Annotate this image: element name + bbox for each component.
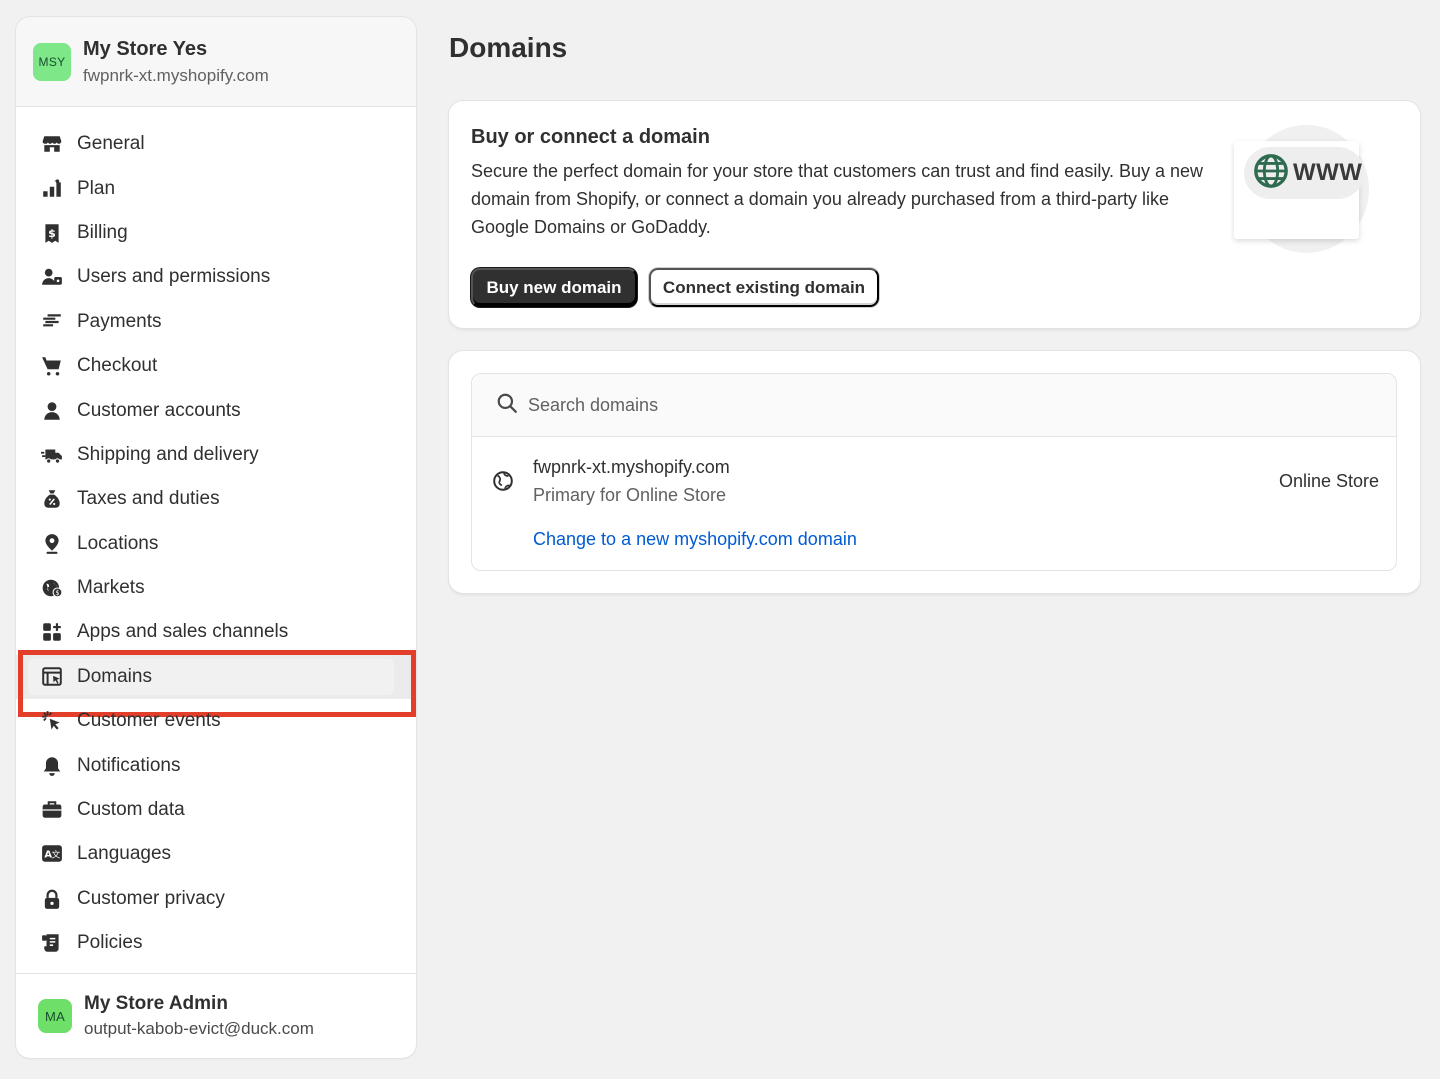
admin-email: output-kabob-evict@duck.com — [84, 1018, 314, 1038]
nav-item-taxes[interactable]: Taxes and duties — [16, 477, 416, 521]
nav-label: Domains — [77, 665, 152, 687]
nav-item-payments[interactable]: Payments — [16, 300, 416, 344]
nav-label: Taxes and duties — [77, 488, 220, 510]
connect-domain-card: Buy or connect a domain Secure the perfe… — [449, 101, 1420, 328]
nav-item-customer-accounts[interactable]: Customer accounts — [16, 388, 416, 432]
translate-icon: A文 — [40, 842, 64, 866]
search-icon — [496, 392, 518, 419]
nav-label: General — [77, 133, 145, 155]
globe-icon — [492, 470, 514, 492]
admin-avatar: MA — [38, 999, 72, 1033]
store-url: fwpnrk-xt.myshopify.com — [83, 65, 269, 85]
plan-icon — [40, 177, 64, 201]
nav-item-locations[interactable]: Locations — [16, 522, 416, 566]
bell-icon — [40, 754, 64, 778]
cursor-click-icon — [40, 709, 64, 733]
nav-item-users[interactable]: Users and permissions — [16, 255, 416, 299]
nav-label: Customer privacy — [77, 887, 225, 909]
nav-label: Notifications — [77, 754, 181, 776]
domain-name: fwpnrk-xt.myshopify.com — [533, 457, 730, 477]
nav-label: Plan — [77, 177, 116, 199]
nav-item-policies[interactable]: Policies — [16, 921, 416, 965]
nav-item-checkout[interactable]: Checkout — [16, 344, 416, 388]
www-illustration: WWW — [1234, 125, 1369, 255]
nav-item-markets[interactable]: $ Markets — [16, 566, 416, 610]
policy-icon — [40, 931, 64, 955]
store-info: My Store Yes fwpnrk-xt.myshopify.com — [83, 36, 269, 88]
nav-label: Languages — [77, 843, 172, 865]
change-myshopify-domain-link[interactable]: Change to a new myshopify.com domain — [533, 529, 857, 550]
nav-item-custom-data[interactable]: Custom data — [16, 788, 416, 832]
nav-label: Customer accounts — [77, 399, 241, 421]
illustration-www-text: WWW — [1293, 159, 1363, 186]
svg-text:文: 文 — [51, 849, 60, 861]
nav-item-billing[interactable]: $ Billing — [16, 211, 416, 255]
card-description: Secure the perfect domain for your store… — [471, 161, 1204, 237]
nav-label: Billing — [77, 221, 128, 243]
nav-item-general[interactable]: General — [16, 122, 416, 166]
domain-icon — [40, 665, 64, 689]
nav-label: Custom data — [77, 799, 185, 821]
nav-item-customer-events[interactable]: Customer events — [16, 699, 416, 743]
nav-label: Payments — [77, 310, 162, 332]
admin-name: My Store Admin — [84, 992, 228, 1014]
globe-icon — [1252, 152, 1290, 195]
nav-label: Users and permissions — [77, 266, 271, 288]
apps-icon — [40, 620, 64, 644]
settings-nav: General Plan $ Billing Users and permiss… — [16, 107, 416, 965]
nav-label: Apps and sales channels — [77, 621, 289, 643]
search-bar — [472, 374, 1396, 437]
domains-list: fwpnrk-xt.myshopify.com Primary for Onli… — [471, 373, 1397, 571]
person-icon — [40, 399, 64, 423]
illustration-pill: WWW — [1244, 147, 1364, 199]
receipt-dollar-icon: $ — [40, 221, 64, 245]
search-domains-input[interactable] — [528, 394, 1328, 416]
globe-market-icon: $ — [40, 576, 64, 600]
hand-payment-icon — [40, 310, 64, 334]
nav-item-apps[interactable]: Apps and sales channels — [16, 610, 416, 654]
store-icon — [40, 132, 64, 156]
nav-label: Markets — [77, 577, 145, 599]
nav-item-domains[interactable]: Domains — [16, 649, 416, 718]
page-title: Domains — [449, 32, 568, 63]
lock-icon — [40, 887, 64, 911]
nav-label: Shipping and delivery — [77, 443, 259, 465]
cart-icon — [40, 354, 64, 378]
nav-label: Checkout — [77, 355, 158, 377]
nav-label: Customer events — [77, 710, 221, 732]
nav-item-shipping[interactable]: Shipping and delivery — [16, 433, 416, 477]
nav-item-languages[interactable]: A文 Languages — [16, 832, 416, 876]
domain-sales-channel: Online Store — [1278, 471, 1379, 491]
nav-item-customer-privacy[interactable]: Customer privacy — [16, 877, 416, 921]
svg-text:$: $ — [48, 227, 56, 240]
buy-new-domain-button[interactable]: Buy new domain — [471, 268, 637, 307]
settings-sidebar: MSY My Store Yes fwpnrk-xt.myshopify.com… — [16, 17, 416, 1058]
store-switcher[interactable]: MSY My Store Yes fwpnrk-xt.myshopify.com — [16, 17, 416, 107]
delivery-truck-icon — [40, 443, 64, 467]
account-menu[interactable]: MA My Store Admin output-kabob-evict@duc… — [16, 973, 416, 1058]
store-name: My Store Yes — [83, 37, 208, 60]
domain-subtitle: Primary for Online Store — [533, 485, 727, 505]
users-icon — [40, 265, 64, 289]
svg-text:$: $ — [55, 589, 59, 597]
tax-bag-icon — [40, 487, 64, 511]
connect-existing-domain-button[interactable]: Connect existing domain — [649, 268, 879, 307]
domain-row: fwpnrk-xt.myshopify.com Primary for Onli… — [472, 437, 1396, 570]
admin-info: My Store Admin output-kabob-evict@duck.c… — [84, 992, 314, 1041]
location-pin-icon — [40, 532, 64, 556]
domains-list-card: fwpnrk-xt.myshopify.com Primary for Onli… — [449, 351, 1420, 593]
nav-label: Locations — [77, 532, 159, 554]
briefcase-icon — [40, 798, 64, 822]
nav-label: Policies — [77, 932, 143, 954]
nav-item-plan[interactable]: Plan — [16, 166, 416, 210]
store-avatar: MSY — [33, 42, 71, 81]
card-title: Buy or connect a domain — [471, 126, 710, 148]
nav-item-notifications[interactable]: Notifications — [16, 743, 416, 787]
